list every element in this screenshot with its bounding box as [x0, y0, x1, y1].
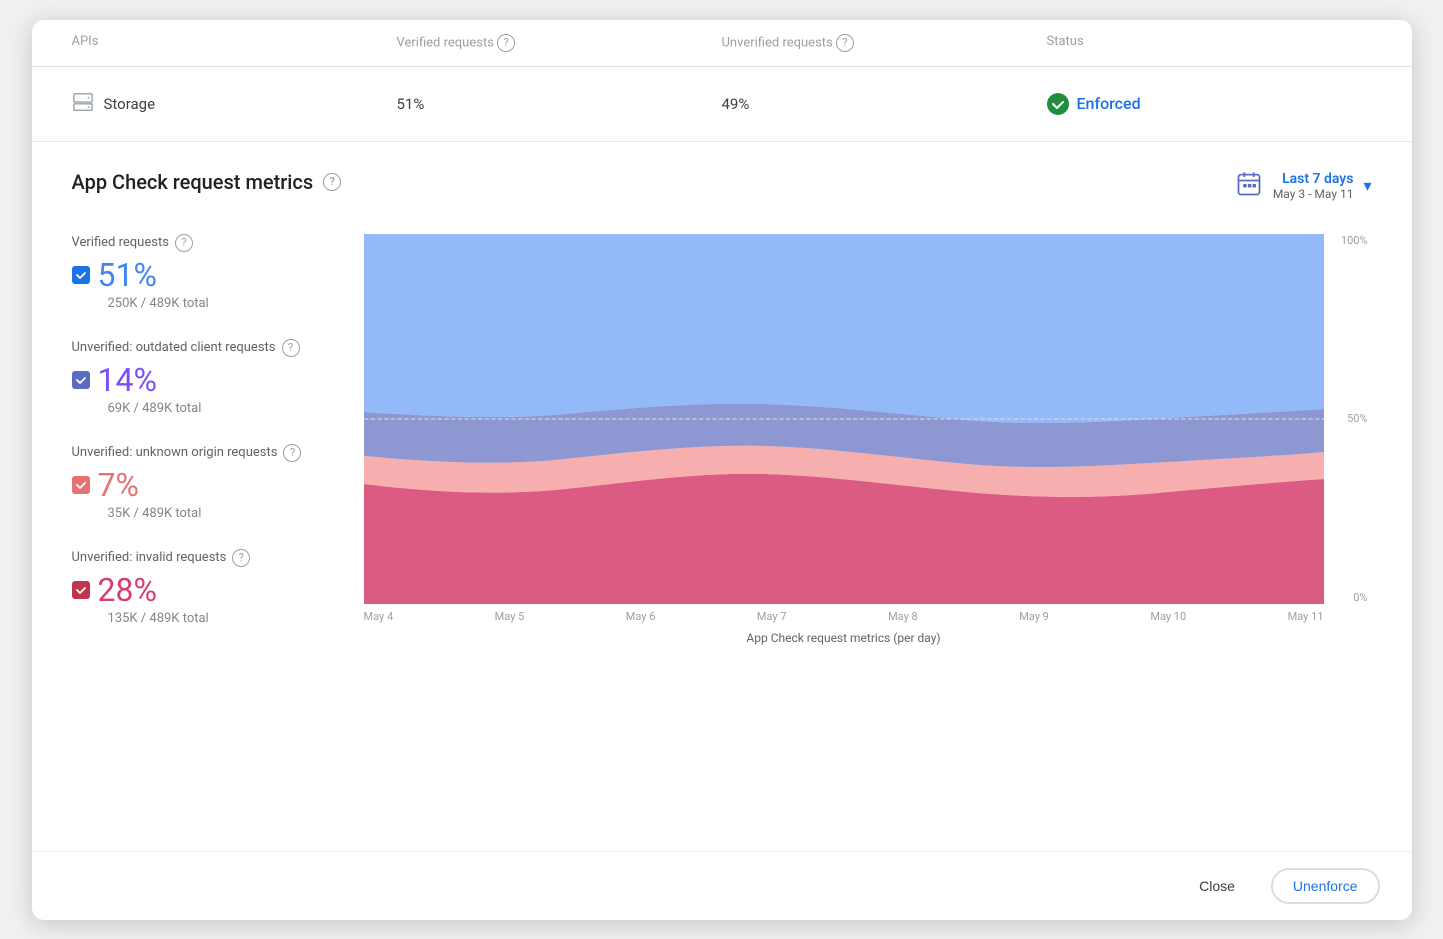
x-label: May 11: [1288, 610, 1324, 623]
legend-checkbox-invalid[interactable]: [72, 581, 90, 599]
col-verified: Verified requests ?: [397, 34, 722, 52]
legend-item-outdated: Unverified: outdated client requests ? 1…: [72, 339, 332, 416]
col-apis: APIs: [72, 34, 397, 52]
unenforce-button[interactable]: Unenforce: [1271, 868, 1380, 904]
storage-unverified: 49%: [722, 95, 1047, 113]
help-icon-outdated[interactable]: ?: [282, 339, 300, 357]
calendar-icon: [1235, 170, 1263, 202]
legend-pct-invalid: 28%: [72, 571, 332, 609]
help-icon-invalid[interactable]: ?: [232, 549, 250, 567]
legend-checkbox-unknown[interactable]: [72, 476, 90, 494]
x-label: May 9: [1019, 610, 1049, 623]
chevron-down-icon: ▾: [1363, 176, 1371, 195]
storage-row: Storage 51% 49% Enforced: [32, 67, 1412, 142]
legend-checkbox-verified[interactable]: [72, 266, 90, 284]
x-label: May 6: [626, 610, 656, 623]
enforced-check-icon: [1047, 93, 1069, 115]
legend-pct-unknown: 7%: [72, 466, 332, 504]
metrics-header: App Check request metrics ?: [72, 170, 1372, 202]
x-axis-labels: May 4 May 5 May 6 May 7 May 8 May 9 May 10 May …: [364, 610, 1324, 623]
legend-item-verified: Verified requests ? 51% 250K / 489K tota…: [72, 234, 332, 311]
metrics-section: App Check request metrics ?: [32, 142, 1412, 851]
legend-sub-outdated: 69K / 489K total: [108, 401, 332, 416]
footer: Close Unenforce: [32, 851, 1412, 920]
legend-sub-invalid: 135K / 489K total: [108, 611, 332, 626]
help-icon-unknown[interactable]: ?: [283, 444, 301, 462]
date-range-sub: May 3 - May 11: [1273, 187, 1354, 201]
legend-label-unknown: Unverified: unknown origin requests ?: [72, 444, 332, 462]
x-label: May 7: [757, 610, 787, 623]
date-range-label: Last 7 days: [1273, 171, 1354, 187]
legend-label-invalid: Unverified: invalid requests ?: [72, 549, 332, 567]
legend-sub-verified: 250K / 489K total: [108, 296, 332, 311]
legend-sub-unknown: 35K / 489K total: [108, 506, 332, 521]
legend: Verified requests ? 51% 250K / 489K tota…: [72, 234, 332, 654]
x-label: May 5: [495, 610, 525, 623]
legend-item-unknown: Unverified: unknown origin requests ? 7%…: [72, 444, 332, 521]
help-icon-verified[interactable]: ?: [175, 234, 193, 252]
close-button[interactable]: Close: [1179, 870, 1255, 902]
metrics-title: App Check request metrics ?: [72, 170, 342, 194]
storage-icon: [72, 91, 94, 117]
col-unverified: Unverified requests ?: [722, 34, 1047, 52]
storage-verified: 51%: [397, 95, 722, 113]
unverified-help-icon[interactable]: ?: [836, 34, 854, 52]
legend-pct-outdated: 14%: [72, 361, 332, 399]
y-axis-labels: 100% 50% 0%: [1328, 234, 1372, 604]
col-status: Status: [1047, 34, 1372, 52]
x-label: May 8: [888, 610, 918, 623]
date-range-selector[interactable]: Last 7 days May 3 - May 11 ▾: [1235, 170, 1372, 202]
legend-label-verified: Verified requests ?: [72, 234, 332, 252]
legend-checkbox-outdated[interactable]: [72, 371, 90, 389]
legend-pct-verified: 51%: [72, 256, 332, 294]
chart-title: App Check request metrics (per day): [364, 631, 1324, 645]
table-header: APIs Verified requests ? Unverified requ…: [32, 20, 1412, 67]
legend-label-outdated: Unverified: outdated client requests ?: [72, 339, 332, 357]
date-range-text: Last 7 days May 3 - May 11: [1273, 171, 1354, 201]
main-dialog: APIs Verified requests ? Unverified requ…: [32, 20, 1412, 920]
chart-container: 100% 50% 0% May 4May 5May 6May 7May 8May…: [364, 234, 1372, 654]
enforced-badge: Enforced: [1047, 93, 1372, 115]
metrics-help-icon[interactable]: ?: [323, 173, 341, 191]
content-area: Verified requests ? 51% 250K / 489K tota…: [72, 234, 1372, 654]
legend-item-invalid: Unverified: invalid requests ? 28% 135K …: [72, 549, 332, 626]
chart-area: [364, 234, 1324, 604]
storage-label: Storage: [72, 91, 397, 117]
x-label: May 4: [364, 610, 394, 623]
verified-help-icon[interactable]: ?: [497, 34, 515, 52]
x-label: May 10: [1150, 610, 1186, 623]
